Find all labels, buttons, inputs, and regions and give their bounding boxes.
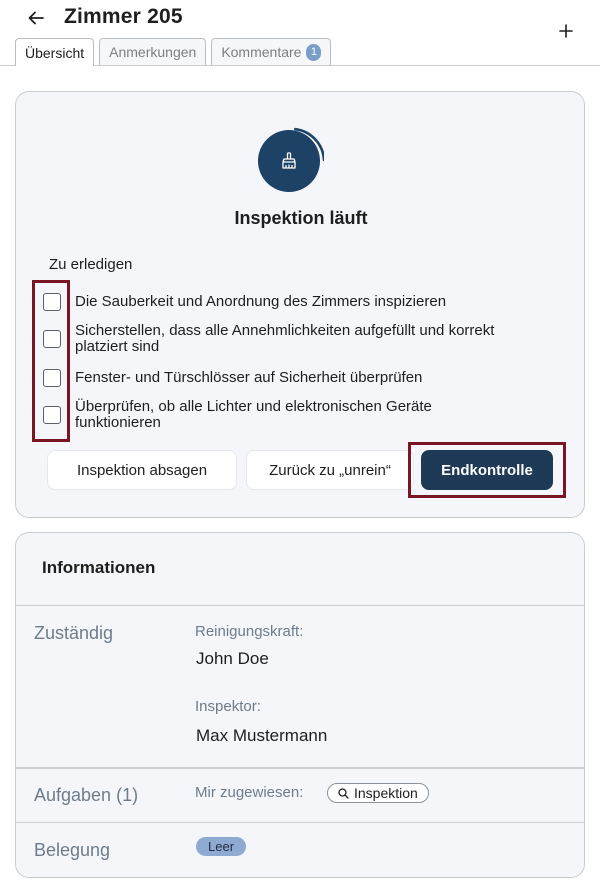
task-checkbox[interactable] — [43, 330, 61, 348]
arrow-left-icon — [28, 11, 44, 25]
cleaner-label: Reinigungskraft: — [195, 623, 304, 640]
tab-label: Anmerkungen — [109, 44, 197, 60]
responsible-label: Zuständig — [34, 623, 114, 643]
cancel-inspection-button[interactable]: Inspektion absagen — [47, 450, 237, 490]
broom-icon — [282, 152, 296, 169]
page-header: Zimmer 205 Übersicht Anmerkungen Komment… — [0, 0, 600, 66]
task-item: Fenster- und Türschlösser auf Sicherheit… — [43, 369, 422, 387]
todo-heading: Zu erledigen — [49, 256, 133, 273]
task-item: Sicherstellen, dass alle Annehmlichkeite… — [43, 323, 494, 355]
inspector-label: Inspektor: — [195, 698, 261, 715]
task-label: Überprüfen, ob alle Lichter und elektron… — [75, 398, 432, 431]
tab-bar: Übersicht Anmerkungen Kommentare 1 — [15, 38, 332, 66]
task-checkbox[interactable] — [43, 369, 61, 387]
final-check-button[interactable]: Endkontrolle — [421, 450, 553, 490]
divider — [16, 605, 584, 606]
page-title: Zimmer 205 — [64, 5, 183, 28]
comment-count-badge: 1 — [306, 43, 322, 61]
plus-icon — [559, 24, 573, 38]
status-avatar — [258, 130, 320, 192]
task-item: Die Sauberkeit und Anordnung des Zimmers… — [43, 293, 446, 311]
search-icon — [338, 787, 349, 799]
add-button[interactable] — [553, 18, 579, 44]
task-label: Sicherstellen, dass alle Annehmlichkeite… — [75, 322, 495, 355]
cleaner-name: John Doe — [196, 649, 269, 668]
task-item: Überprüfen, ob alle Lichter und elektron… — [43, 399, 432, 431]
tab-comments[interactable]: Kommentare 1 — [211, 38, 332, 65]
assigned-to-me-label: Mir zugewiesen: — [195, 784, 304, 801]
info-heading: Informationen — [42, 558, 156, 577]
back-to-unclean-button[interactable]: Zurück zu „unrein“ — [246, 450, 414, 490]
tab-notes[interactable]: Anmerkungen — [99, 38, 207, 65]
task-label: Fenster- und Türschlösser auf Sicherheit… — [75, 369, 423, 386]
inspection-task-chip[interactable]: Inspektion — [327, 783, 429, 803]
task-checkbox[interactable] — [43, 293, 61, 311]
task-label: Die Sauberkeit und Anordnung des Zimmers… — [75, 293, 447, 310]
chip-label: Inspektion — [354, 785, 418, 801]
tab-overview[interactable]: Übersicht — [15, 38, 95, 66]
tab-label: Übersicht — [25, 44, 85, 61]
task-checkbox[interactable] — [43, 406, 61, 424]
info-card: Informationen Zuständig Reinigungskraft:… — [15, 532, 585, 878]
inspector-name: Max Mustermann — [196, 726, 328, 745]
tab-label: Kommentare — [221, 44, 302, 60]
tasks-label: Aufgaben (1) — [34, 785, 139, 805]
occupancy-label: Belegung — [34, 840, 111, 860]
inspection-card: Inspektion läuft Zu erledigen Die Sauber… — [15, 91, 585, 518]
occupancy-status-badge: Leer — [196, 837, 247, 856]
back-button[interactable] — [22, 4, 50, 32]
inspection-status: Inspektion läuft — [234, 208, 368, 228]
divider — [16, 767, 584, 769]
divider — [16, 822, 584, 823]
